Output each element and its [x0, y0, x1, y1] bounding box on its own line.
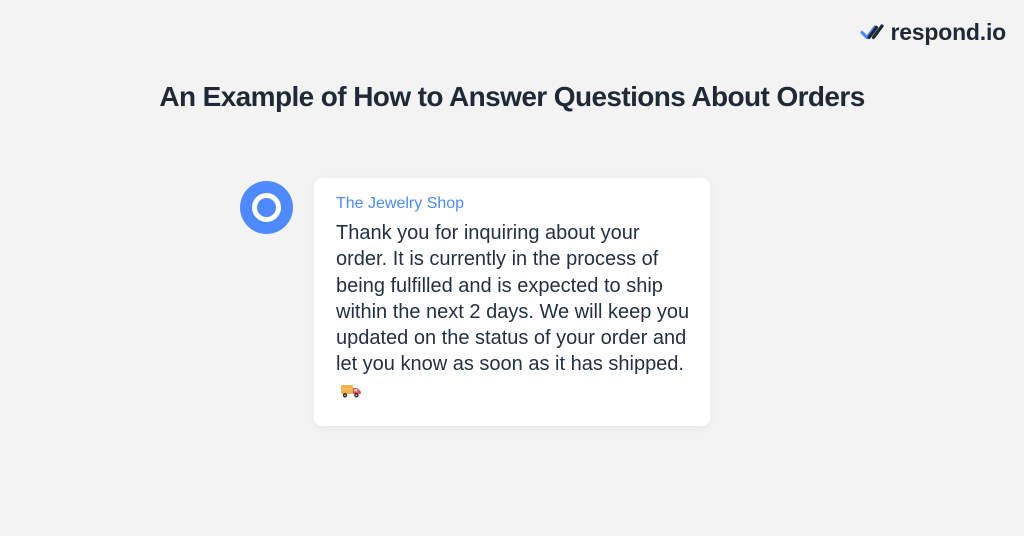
- brand-name: respond.io: [890, 18, 1006, 45]
- brand-logo: respond.io: [860, 18, 1006, 46]
- message-card: The Jewelry Shop Thank you for inquiring…: [314, 178, 710, 426]
- ring-avatar-icon: [240, 181, 293, 234]
- avatar-ring: [252, 193, 281, 222]
- message-body: Thank you for inquiring about your order…: [336, 220, 696, 404]
- delivery-truck-icon: [340, 381, 362, 399]
- check-mark-logo-icon: [860, 24, 885, 40]
- message-text: Thank you for inquiring about your order…: [336, 222, 690, 376]
- page-title: An Example of How to Answer Questions Ab…: [159, 80, 865, 112]
- sender-name: The Jewelry Shop: [336, 195, 465, 212]
- example-graphic: respond.io An Example of How to Answer Q…: [0, 0, 1024, 536]
